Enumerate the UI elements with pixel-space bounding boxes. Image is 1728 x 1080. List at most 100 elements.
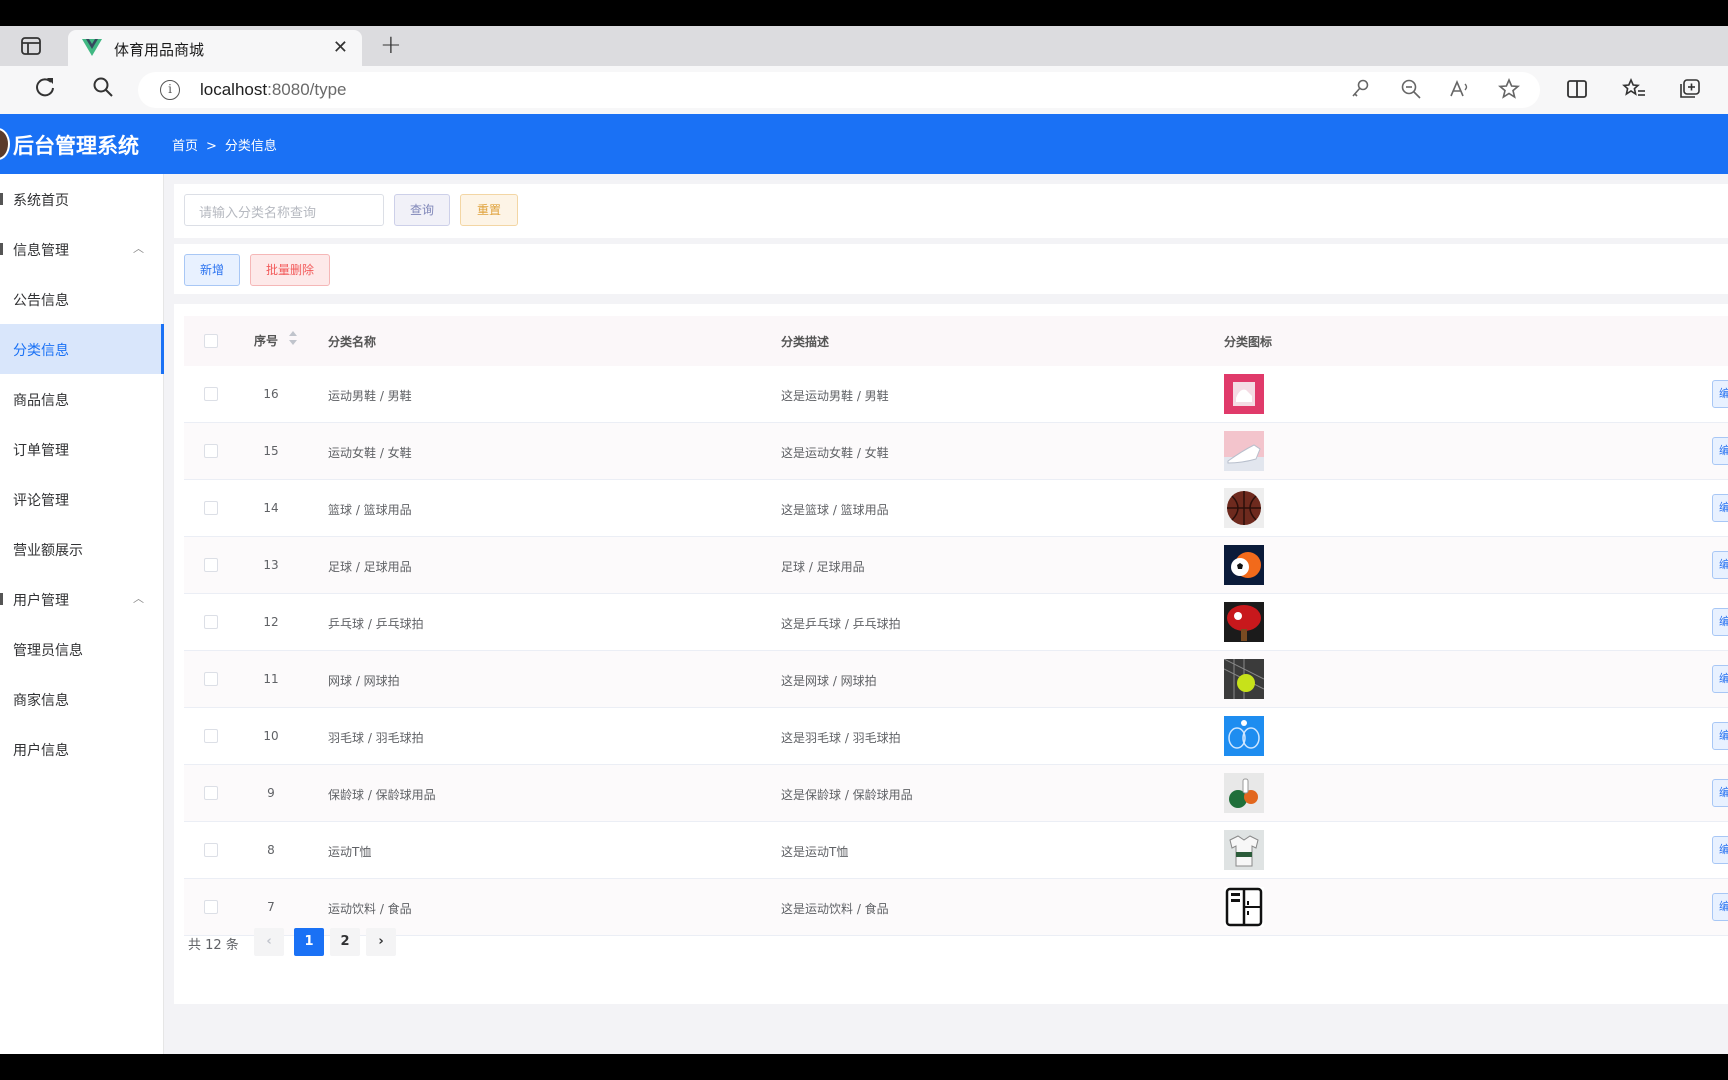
sidebar-item-comments[interactable]: 评论管理 bbox=[0, 474, 164, 524]
sort-caret-icon[interactable] bbox=[288, 330, 298, 346]
search-icon[interactable] bbox=[92, 76, 114, 104]
edit-button[interactable]: 编 bbox=[1712, 836, 1728, 864]
app-logo bbox=[0, 128, 10, 160]
cell-id: 9 bbox=[267, 786, 275, 800]
cell-desc: 这是运动女鞋 / 女鞋 bbox=[781, 446, 889, 460]
edit-button[interactable]: 编 bbox=[1712, 893, 1728, 921]
cell-id: 14 bbox=[263, 501, 279, 515]
table-row: 10 羽毛球 / 羽毛球拍 这是羽毛球 / 羽毛球拍 编 bbox=[184, 708, 1728, 765]
read-aloud-icon[interactable] bbox=[1448, 78, 1472, 105]
cell-desc: 这是网球 / 网球拍 bbox=[781, 674, 877, 688]
sidebar-item-merchants[interactable]: 商家信息 bbox=[0, 674, 164, 724]
row-checkbox[interactable] bbox=[204, 786, 218, 800]
favorites-icon[interactable] bbox=[1622, 78, 1646, 105]
pingpong-icon bbox=[1224, 602, 1264, 642]
edit-button[interactable]: 编 bbox=[1712, 494, 1728, 522]
page-button-2[interactable]: 2 bbox=[330, 928, 360, 956]
sidebar-group-users[interactable]: 用户管理 ︿ bbox=[0, 574, 164, 624]
url-input[interactable]: i localhost:8080/type bbox=[138, 72, 1540, 108]
sidebar-item-home[interactable]: 系统首页 bbox=[0, 174, 164, 224]
browser-tab[interactable]: 体育用品商城 ✕ bbox=[68, 30, 362, 66]
table-row: 12 乒乓球 / 乒乓球拍 这是乒乓球 / 乒乓球拍 编 bbox=[184, 594, 1728, 651]
breadcrumb-home[interactable]: 首页 bbox=[172, 135, 198, 154]
tab-title: 体育用品商城 bbox=[114, 41, 205, 59]
close-icon[interactable]: ✕ bbox=[333, 37, 348, 58]
sidebar-item-category[interactable]: 分类信息 bbox=[0, 324, 164, 374]
edit-button[interactable]: 编 bbox=[1712, 722, 1728, 750]
sidebar-item-label: 评论管理 bbox=[13, 493, 69, 509]
table-header: 序号 分类名称 分类描述 分类图标 bbox=[184, 316, 1728, 366]
zoom-out-icon[interactable] bbox=[1400, 78, 1422, 105]
table-row: 7 运动饮料 / 食品 这是运动饮料 / 食品 编 bbox=[184, 879, 1728, 936]
reload-icon[interactable] bbox=[34, 76, 56, 104]
bowling-icon bbox=[1224, 773, 1264, 813]
cell-name: 保龄球 / 保龄球用品 bbox=[328, 788, 436, 802]
row-checkbox[interactable] bbox=[204, 387, 218, 401]
edit-button[interactable]: 编 bbox=[1712, 380, 1728, 408]
sidebar-item-revenue[interactable]: 营业额展示 bbox=[0, 524, 164, 574]
edit-button[interactable]: 编 bbox=[1712, 608, 1728, 636]
row-checkbox[interactable] bbox=[204, 615, 218, 629]
sidebar-item-notice[interactable]: 公告信息 bbox=[0, 274, 164, 324]
select-all-checkbox[interactable] bbox=[204, 334, 218, 348]
key-icon[interactable] bbox=[1350, 78, 1370, 105]
table-row: 11 网球 / 网球拍 这是网球 / 网球拍 编 bbox=[184, 651, 1728, 708]
page-button-1[interactable]: 1 bbox=[294, 928, 324, 956]
favorite-star-icon[interactable] bbox=[1497, 77, 1521, 105]
category-table: 序号 分类名称 分类描述 分类图标 16 运动男鞋 / 男鞋 这是运动男鞋 / 男鞋… bbox=[174, 304, 1728, 1004]
split-screen-icon[interactable] bbox=[1566, 78, 1588, 105]
collections-icon[interactable] bbox=[1678, 78, 1702, 105]
edit-button[interactable]: 编 bbox=[1712, 551, 1728, 579]
tab-actions-icon[interactable] bbox=[20, 36, 42, 56]
sidebar-item-label: 分类信息 bbox=[13, 343, 69, 359]
tab-bar: 体育用品商城 ✕ + bbox=[0, 26, 1728, 66]
cell-desc: 这是羽毛球 / 羽毛球拍 bbox=[781, 731, 901, 745]
row-checkbox[interactable] bbox=[204, 672, 218, 686]
reset-button[interactable]: 重置 bbox=[460, 194, 518, 226]
sidebar-item-goods[interactable]: 商品信息 bbox=[0, 374, 164, 424]
fridge-icon bbox=[1224, 887, 1264, 927]
vue-logo-icon bbox=[82, 39, 102, 56]
row-checkbox[interactable] bbox=[204, 729, 218, 743]
sidebar-group-info[interactable]: 信息管理 ︿ bbox=[0, 224, 164, 274]
browser-window: 体育用品商城 ✕ + i localhost:8080/type 后台管理系统 … bbox=[0, 26, 1728, 1054]
edit-button[interactable]: 编 bbox=[1712, 779, 1728, 807]
basketball-icon bbox=[1224, 488, 1264, 528]
table-row: 15 运动女鞋 / 女鞋 这是运动女鞋 / 女鞋 编 bbox=[184, 423, 1728, 480]
category-search-input[interactable]: 请输入分类名称查询 bbox=[184, 194, 384, 226]
cell-desc: 这是运动T恤 bbox=[781, 845, 849, 859]
sidebar-item-label: 用户管理 bbox=[13, 593, 69, 609]
prev-page-button[interactable]: ‹ bbox=[254, 928, 284, 956]
table-row: 8 运动T恤 这是运动T恤 编 bbox=[184, 822, 1728, 879]
row-checkbox[interactable] bbox=[204, 501, 218, 515]
menu-icon bbox=[0, 193, 3, 205]
column-header-icon: 分类图标 bbox=[1224, 335, 1273, 349]
chevron-up-icon: ︿ bbox=[133, 592, 144, 605]
search-panel: 请输入分类名称查询 查询 重置 bbox=[174, 184, 1728, 238]
table-row: 14 篮球 / 篮球用品 这是篮球 / 篮球用品 编 bbox=[184, 480, 1728, 537]
sidebar-item-users[interactable]: 用户信息 bbox=[0, 724, 164, 774]
cell-id: 11 bbox=[263, 672, 279, 686]
next-page-button[interactable]: › bbox=[366, 928, 396, 956]
sidebar-item-orders[interactable]: 订单管理 bbox=[0, 424, 164, 474]
tshirt-icon bbox=[1224, 830, 1264, 870]
batch-delete-button[interactable]: 批量删除 bbox=[250, 254, 330, 286]
row-checkbox[interactable] bbox=[204, 444, 218, 458]
url-host: localhost bbox=[200, 80, 268, 99]
edit-button[interactable]: 编 bbox=[1712, 437, 1728, 465]
edit-button[interactable]: 编 bbox=[1712, 665, 1728, 693]
cell-name: 足球 / 足球用品 bbox=[328, 560, 412, 574]
cell-id: 10 bbox=[263, 729, 279, 743]
sidebar-item-admins[interactable]: 管理员信息 bbox=[0, 624, 164, 674]
sidebar-item-label: 信息管理 bbox=[13, 243, 69, 259]
query-button[interactable]: 查询 bbox=[394, 194, 450, 226]
row-checkbox[interactable] bbox=[204, 558, 218, 572]
app-title: 后台管理系统 bbox=[13, 134, 139, 158]
football-icon bbox=[1224, 545, 1264, 585]
row-checkbox[interactable] bbox=[204, 900, 218, 914]
add-button[interactable]: 新增 bbox=[184, 254, 240, 286]
site-info-icon[interactable]: i bbox=[160, 80, 180, 100]
new-tab-icon[interactable]: + bbox=[380, 30, 402, 60]
row-checkbox[interactable] bbox=[204, 843, 218, 857]
badminton-icon bbox=[1224, 716, 1264, 756]
